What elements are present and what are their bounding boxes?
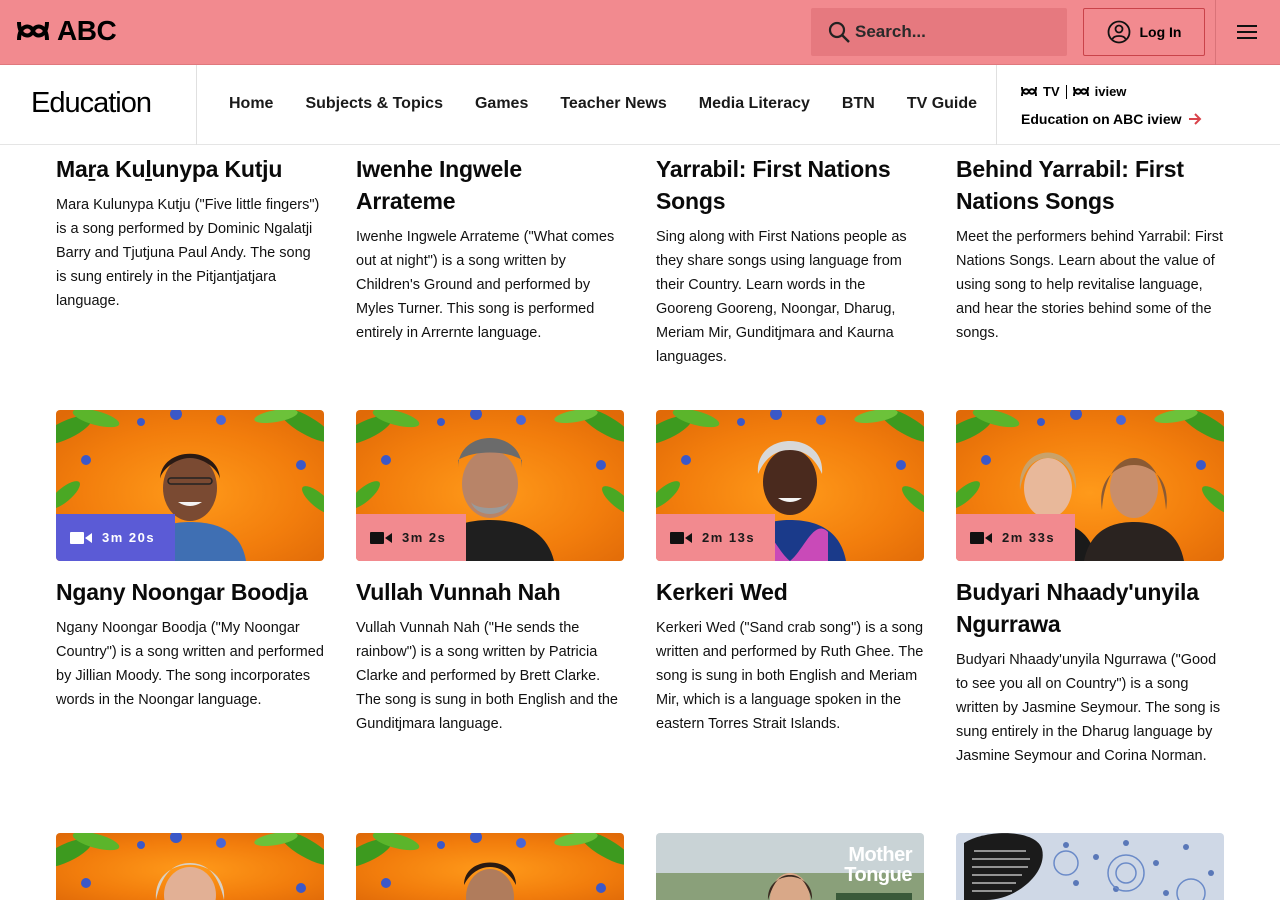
video-duration-badge: 2m 33s	[956, 514, 1076, 561]
abc-tv-logo-text: TV	[1043, 84, 1060, 99]
search-icon	[828, 21, 850, 43]
video-duration-badge: 2m 13s	[656, 514, 776, 561]
nav-media-literacy[interactable]: Media Literacy	[699, 95, 810, 113]
card-description: Kerkeri Wed ("Sand crab song") is a song…	[656, 620, 924, 732]
card-title[interactable]: Kerkeri Wed	[656, 576, 924, 608]
card-title[interactable]: Vullah Vunnah Nah	[356, 576, 624, 608]
nav-tv-guide[interactable]: TV Guide	[907, 95, 977, 113]
login-button[interactable]: Log In	[1083, 8, 1205, 56]
arrow-right-icon	[1188, 113, 1201, 125]
card-title[interactable]: Yarrabil: First Nations Songs	[656, 153, 924, 217]
duration-text: 2m 13s	[702, 530, 756, 545]
video-thumbnail[interactable]: 3m 2s	[356, 410, 624, 561]
card-title[interactable]: Iwenhe Ingwele Arrateme	[356, 153, 624, 217]
video-thumbnail[interactable]: 2m 13s	[656, 410, 924, 561]
video-duration-badge: 3m 20s	[56, 514, 176, 561]
user-account-icon	[1107, 20, 1130, 44]
video-thumbnail[interactable]: Mother Tongue	[656, 833, 924, 900]
nav-divider	[196, 65, 197, 145]
duration-text: 3m 20s	[102, 530, 156, 545]
abc-lissajous-icon	[1021, 86, 1037, 97]
nav-home[interactable]: Home	[229, 95, 273, 113]
content-card[interactable]: Behind Yarrabil: First Nations Songs Mee…	[956, 153, 1224, 345]
education-brand[interactable]: Education	[31, 87, 152, 120]
nav-divider	[996, 65, 997, 145]
nav-games[interactable]: Games	[475, 95, 528, 113]
primary-nav: Home Subjects & Topics Games Teacher New…	[229, 95, 1009, 113]
video-duration-badge: 3m 2s	[356, 514, 467, 561]
education-subnav: Education Home Subjects & Topics Games T…	[0, 65, 1280, 145]
video-camera-icon	[70, 531, 92, 544]
card-description: Meet the performers behind Yarrabil: Fir…	[956, 229, 1224, 341]
abc-lissajous-icon	[1072, 86, 1089, 97]
content-card[interactable]: Maṟa Kuḻunypa Kutju Mara Kulunypa Kutju …	[56, 153, 324, 313]
content-card[interactable]: Iwenhe Ingwele Arrateme Iwenhe Ingwele A…	[356, 153, 624, 345]
video-thumbnail[interactable]	[356, 833, 624, 900]
video-camera-icon	[670, 531, 692, 544]
duration-text: 3m 2s	[402, 530, 447, 545]
thumbnail-image	[956, 833, 1224, 900]
card-description: Sing along with First Nations people as …	[656, 229, 907, 365]
search-input[interactable]	[855, 22, 1055, 42]
duration-text: 2m 33s	[1002, 530, 1056, 545]
abc-lissajous-icon	[17, 21, 49, 41]
abc-logo[interactable]: ABC	[17, 15, 117, 46]
search-box[interactable]	[811, 8, 1067, 56]
content-card[interactable]: Yarrabil: First Nations Songs Sing along…	[656, 153, 924, 369]
menu-divider	[1215, 0, 1216, 65]
iview-link-label: Education on ABC iview	[1021, 111, 1182, 127]
global-header: ABC Log In	[0, 0, 1280, 65]
card-description: Budyari Nhaady'unyila Ngurrawa ("Good to…	[956, 652, 1221, 764]
nav-subjects-topics[interactable]: Subjects & Topics	[305, 95, 443, 113]
video-thumbnail[interactable]: 2m 33s	[956, 410, 1224, 561]
card-title[interactable]: Budyari Nhaady'unyila Ngurrawa	[956, 576, 1224, 640]
hamburger-menu-button[interactable]	[1234, 20, 1260, 44]
thumbnail-image	[356, 833, 624, 900]
card-description: Vullah Vunnah Nah ("He sends the rainbow…	[356, 620, 618, 732]
abc-tv-iview-logos: TV iview	[1021, 84, 1126, 99]
card-description: Ngany Noongar Boodja ("My Noongar Countr…	[56, 620, 324, 708]
video-thumbnail[interactable]	[956, 833, 1224, 900]
video-camera-icon	[370, 531, 392, 544]
nav-teacher-news[interactable]: Teacher News	[560, 95, 666, 113]
login-label: Log In	[1139, 24, 1182, 40]
content-card[interactable]: Vullah Vunnah Nah Vullah Vunnah Nah ("He…	[356, 576, 624, 736]
video-camera-icon	[970, 531, 992, 544]
card-title[interactable]: Behind Yarrabil: First Nations Songs	[956, 153, 1224, 217]
card-title[interactable]: Ngany Noongar Boodja	[56, 576, 324, 608]
card-description: Iwenhe Ingwele Arrateme ("What comes out…	[356, 229, 615, 341]
content-card[interactable]: Budyari Nhaady'unyila Ngurrawa Budyari N…	[956, 576, 1224, 768]
content-card[interactable]: Kerkeri Wed Kerkeri Wed ("Sand crab song…	[656, 576, 924, 736]
education-on-iview-link[interactable]: Education on ABC iview	[1021, 111, 1202, 127]
card-title[interactable]: Maṟa Kuḻunypa Kutju	[56, 153, 324, 185]
nav-btn[interactable]: BTN	[842, 95, 875, 113]
video-thumbnail[interactable]	[56, 833, 324, 900]
abc-iview-logo-text: iview	[1094, 84, 1127, 99]
logo-divider	[1065, 84, 1067, 99]
abc-wordmark: ABC	[57, 15, 117, 46]
video-thumbnail[interactable]: 3m 20s	[56, 410, 324, 561]
mother-tongue-overlay: Mother Tongue	[844, 844, 912, 886]
content-card[interactable]: Ngany Noongar Boodja Ngany Noongar Boodj…	[56, 576, 324, 712]
card-description: Mara Kulunypa Kutju ("Five little finger…	[56, 197, 320, 309]
thumbnail-image	[56, 833, 324, 900]
hamburger-menu-icon	[1237, 25, 1257, 39]
